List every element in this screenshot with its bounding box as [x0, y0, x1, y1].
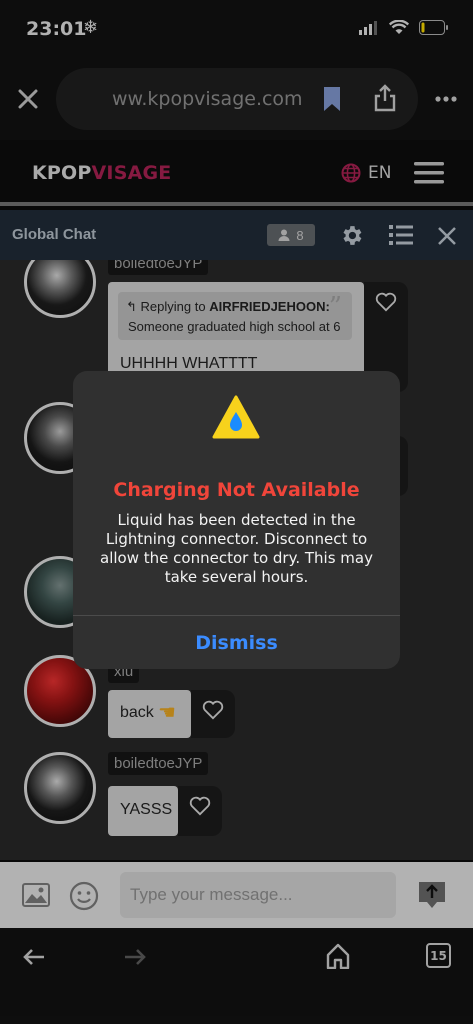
liquid-warning-icon — [212, 395, 260, 439]
dismiss-button[interactable]: Dismiss — [73, 616, 400, 669]
charging-alert-dialog: Charging Not Available Liquid has been d… — [73, 371, 400, 669]
alert-title: Charging Not Available — [113, 479, 360, 501]
screen: 23:01 ❄ ww.kpopvisage.com KPOPVISAGE EN … — [0, 0, 473, 1024]
alert-message: Liquid has been detected in the Lightnin… — [100, 511, 373, 586]
